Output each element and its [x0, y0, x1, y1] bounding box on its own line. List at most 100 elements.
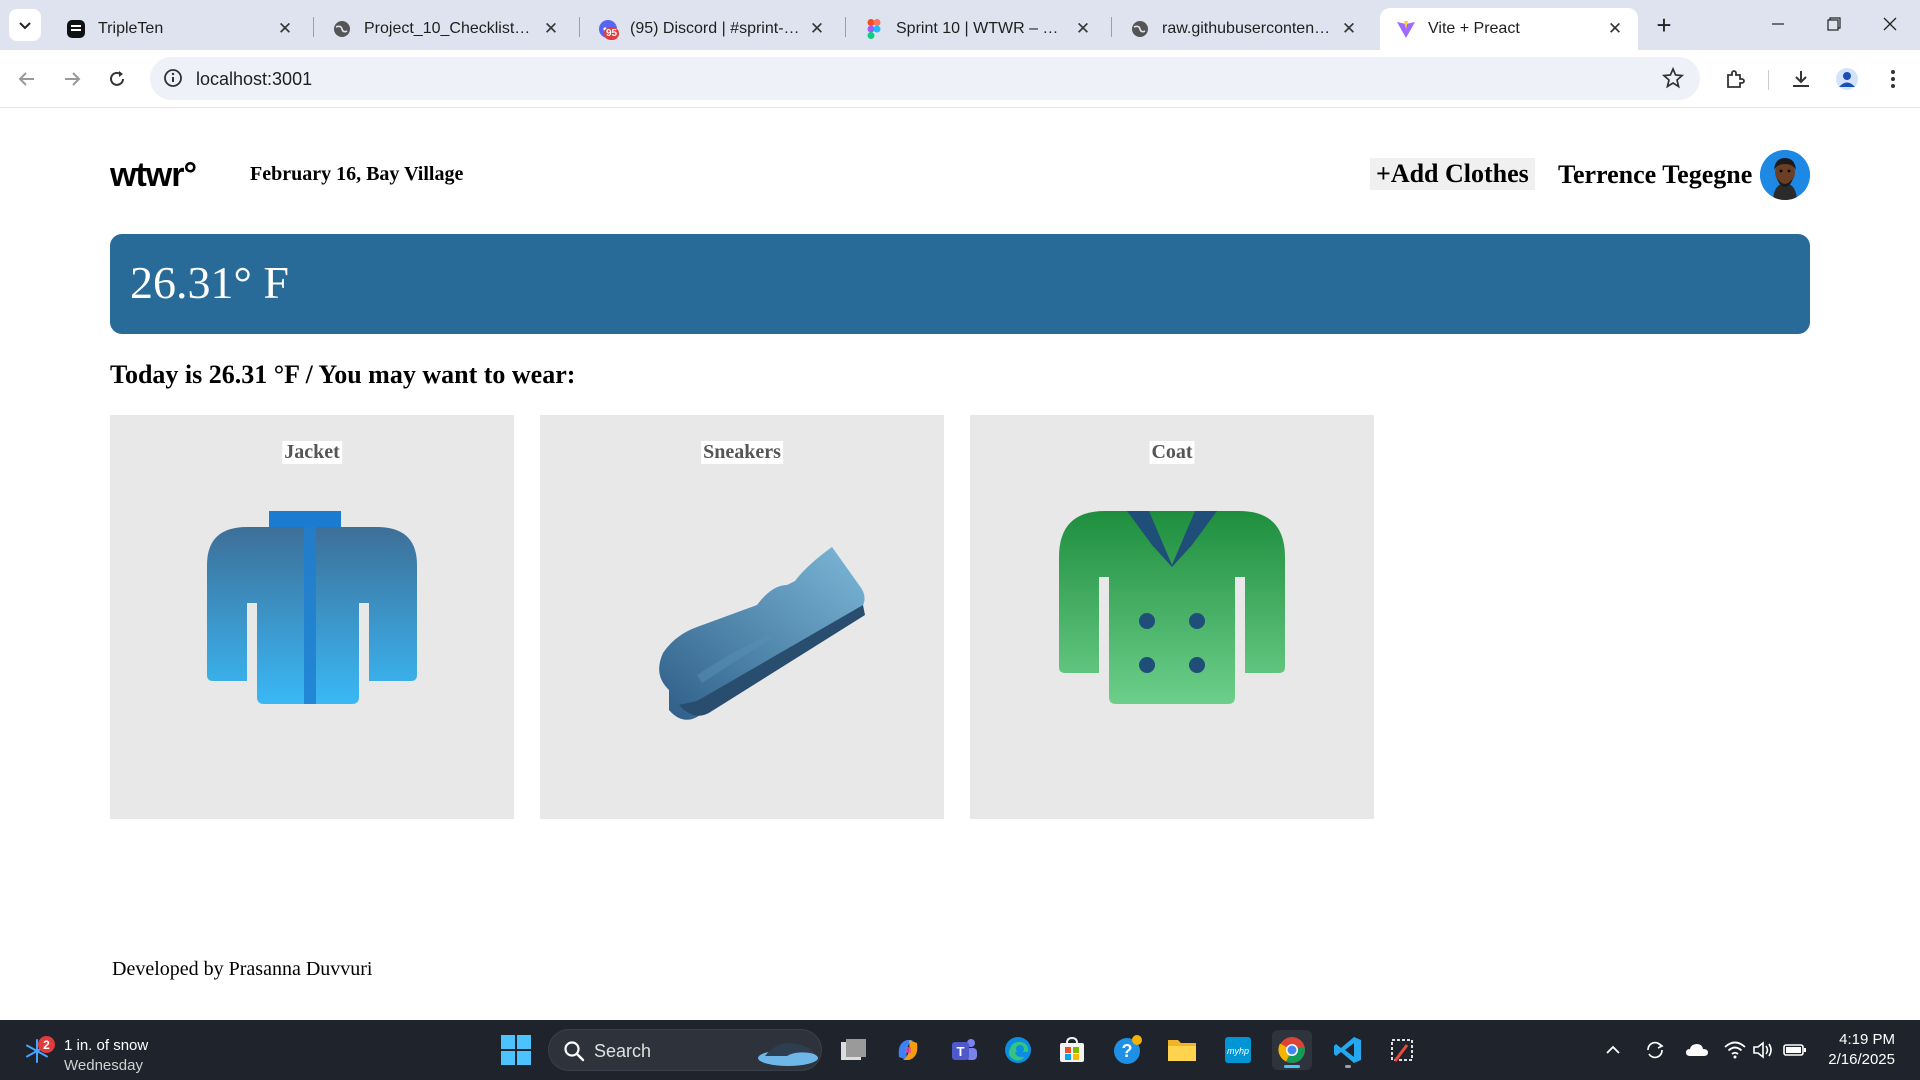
vscode-button[interactable] — [1328, 1030, 1368, 1070]
close-window-button[interactable] — [1862, 0, 1918, 48]
help-icon: ? — [1114, 1035, 1142, 1064]
copilot-button[interactable] — [888, 1030, 928, 1070]
volume-tray-icon[interactable] — [1750, 1038, 1776, 1062]
clothing-card[interactable]: Coat — [970, 415, 1374, 819]
cloud-icon — [1686, 1044, 1708, 1056]
svg-text:myhp: myhp — [1227, 1046, 1249, 1056]
start-button[interactable] — [500, 1034, 532, 1071]
extensions-button[interactable] — [1718, 62, 1752, 96]
bookmark-star-icon[interactable] — [1661, 66, 1685, 94]
snipping-tool-button[interactable] — [1382, 1030, 1422, 1070]
address-bar[interactable]: localhost:3001 — [150, 57, 1700, 100]
card-name: Coat — [1149, 441, 1195, 464]
reload-icon — [110, 71, 124, 86]
toolbar-divider — [1768, 70, 1769, 90]
battery-charging-icon — [1783, 1044, 1806, 1056]
taskbar-search[interactable]: Search — [548, 1029, 822, 1071]
sneaker-icon — [597, 505, 887, 730]
downloads-button[interactable] — [1784, 62, 1818, 96]
url-text[interactable]: localhost:3001 — [196, 69, 312, 90]
tab-figma[interactable]: Sprint 10 | WTWR – Figma ✕ — [848, 8, 1106, 50]
browser-tab-strip: TripleTen ✕ Project_10_Checklist_vite.p … — [0, 0, 1920, 50]
edge-button[interactable] — [998, 1030, 1038, 1070]
folder-icon — [1168, 1040, 1196, 1061]
globe-icon — [1130, 19, 1150, 39]
battery-tray-icon[interactable] — [1782, 1038, 1808, 1062]
tab-title: Sprint 10 | WTWR – Figma — [896, 20, 1066, 37]
sync-tray-icon[interactable] — [1642, 1038, 1668, 1062]
tab-github-raw[interactable]: raw.githubusercontent.com ✕ — [1114, 8, 1372, 50]
wear-heading: Today is 26.31 °F / You may want to wear… — [110, 360, 576, 389]
tab-separator — [579, 17, 580, 37]
forward-button[interactable] — [55, 62, 89, 96]
profile-button[interactable] — [1830, 62, 1864, 96]
clothing-card[interactable]: Jacket — [110, 415, 514, 819]
chrome-button[interactable] — [1272, 1030, 1312, 1070]
tab-title: TripleTen — [98, 20, 164, 37]
file-explorer-button[interactable] — [1162, 1030, 1202, 1070]
page-content: wtwr° February 16, Bay Village +Add Clot… — [0, 108, 1920, 1020]
tripleten-icon — [66, 19, 86, 39]
tab-vite-preact[interactable]: Vite + Preact ✕ — [1380, 8, 1638, 50]
back-button[interactable] — [10, 62, 44, 96]
arrow-right-icon — [65, 72, 81, 86]
discord-badge: 95 — [604, 27, 620, 40]
show-hidden-icons-button[interactable] — [1600, 1038, 1626, 1062]
minimize-icon — [1772, 23, 1784, 25]
footer-credit: Developed by Prasanna Duvvuri — [112, 958, 373, 980]
search-highlight-icon — [757, 1034, 819, 1073]
avatar[interactable] — [1760, 150, 1810, 200]
site-info-icon[interactable] — [162, 67, 184, 94]
weather-day: Wednesday — [64, 1057, 143, 1074]
close-icon[interactable]: ✕ — [276, 19, 294, 38]
discord-icon: 95 — [598, 19, 620, 40]
weather-summary: 1 in. of snow — [64, 1037, 149, 1054]
onedrive-tray-icon[interactable] — [1684, 1038, 1710, 1062]
snipping-tool-icon — [1391, 1039, 1413, 1062]
myhp-button[interactable]: myhp — [1218, 1030, 1258, 1070]
figma-icon — [864, 19, 884, 39]
clock-date: 2/16/2025 — [1828, 1051, 1895, 1068]
taskbar-clock[interactable]: 4:19 PM 2/16/2025 — [1815, 1030, 1895, 1070]
close-icon — [1883, 17, 1897, 31]
close-icon[interactable]: ✕ — [808, 19, 826, 38]
weather-card: 26.31° F — [110, 234, 1810, 334]
vite-icon — [1396, 19, 1416, 39]
wifi-tray-icon[interactable] — [1722, 1038, 1748, 1062]
tab-project-checklist[interactable]: Project_10_Checklist_vite.p ✕ — [316, 8, 574, 50]
new-tab-button[interactable]: + — [1649, 10, 1679, 40]
running-app-indicator — [1345, 1065, 1351, 1068]
chevron-up-icon — [1606, 1045, 1620, 1054]
help-button[interactable]: ? — [1108, 1030, 1148, 1070]
tab-separator — [1111, 17, 1112, 37]
reload-button[interactable] — [100, 62, 134, 96]
teams-button[interactable]: T — [944, 1030, 984, 1070]
myhp-icon: myhp — [1225, 1037, 1251, 1063]
wtwr-logo[interactable]: wtwr° — [109, 156, 222, 197]
download-icon — [1793, 71, 1809, 87]
tab-search-button[interactable] — [9, 9, 41, 41]
minimize-button[interactable] — [1750, 0, 1806, 48]
tab-tripleten[interactable]: TripleTen ✕ — [50, 8, 308, 50]
store-button[interactable] — [1052, 1030, 1092, 1070]
globe-icon — [332, 19, 352, 39]
edge-icon — [1005, 1037, 1031, 1063]
weather-widget[interactable]: 2 1 in. of snow Wednesday — [20, 1028, 190, 1074]
speaker-icon — [1753, 1041, 1772, 1059]
clothing-card[interactable]: Sneakers — [540, 415, 944, 819]
restore-button[interactable] — [1806, 0, 1862, 48]
chevron-down-icon — [19, 22, 31, 30]
weather-temperature: 26.31° F — [130, 257, 289, 308]
close-icon[interactable]: ✕ — [1074, 19, 1092, 38]
copilot-icon — [898, 1040, 918, 1060]
profile-icon — [1836, 68, 1858, 90]
task-view-button[interactable] — [834, 1030, 874, 1070]
restore-icon — [1827, 17, 1841, 31]
browser-menu-button[interactable] — [1876, 62, 1910, 96]
close-icon[interactable]: ✕ — [542, 19, 560, 38]
add-clothes-button[interactable]: +Add Clothes — [1370, 158, 1535, 190]
tab-discord[interactable]: 95 (95) Discord | #sprint-10 | S ✕ — [582, 8, 840, 50]
close-icon[interactable]: ✕ — [1606, 19, 1624, 38]
more-vertical-icon — [1891, 70, 1895, 88]
close-icon[interactable]: ✕ — [1340, 19, 1358, 38]
